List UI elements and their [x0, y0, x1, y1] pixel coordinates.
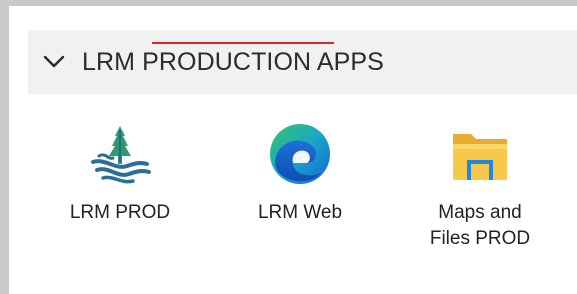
- chevron-down-icon[interactable]: [40, 51, 68, 73]
- app-label-maps-and-files-prod: Maps and Files PROD: [429, 202, 531, 249]
- folder-icon: [444, 118, 516, 190]
- app-tile-maps-and-files-prod[interactable]: Maps and Files PROD: [410, 118, 550, 252]
- app-label-lrm-web: LRM Web: [257, 202, 343, 223]
- edge-browser-icon: [264, 118, 336, 190]
- app-list: LRM PROD LRM Web Maps and Files PROD: [40, 118, 577, 288]
- spellcheck-underline: [152, 42, 334, 44]
- group-header-lrm-production-apps[interactable]: LRM PRODUCTION APPS: [28, 30, 577, 94]
- app-tile-lrm-prod[interactable]: LRM PROD: [50, 118, 190, 226]
- group-title: LRM PRODUCTION APPS: [82, 47, 384, 76]
- app-label-lrm-prod: LRM PROD: [69, 202, 171, 223]
- lrm-logo-icon: [84, 118, 156, 190]
- app-tile-lrm-web[interactable]: LRM Web: [230, 118, 370, 226]
